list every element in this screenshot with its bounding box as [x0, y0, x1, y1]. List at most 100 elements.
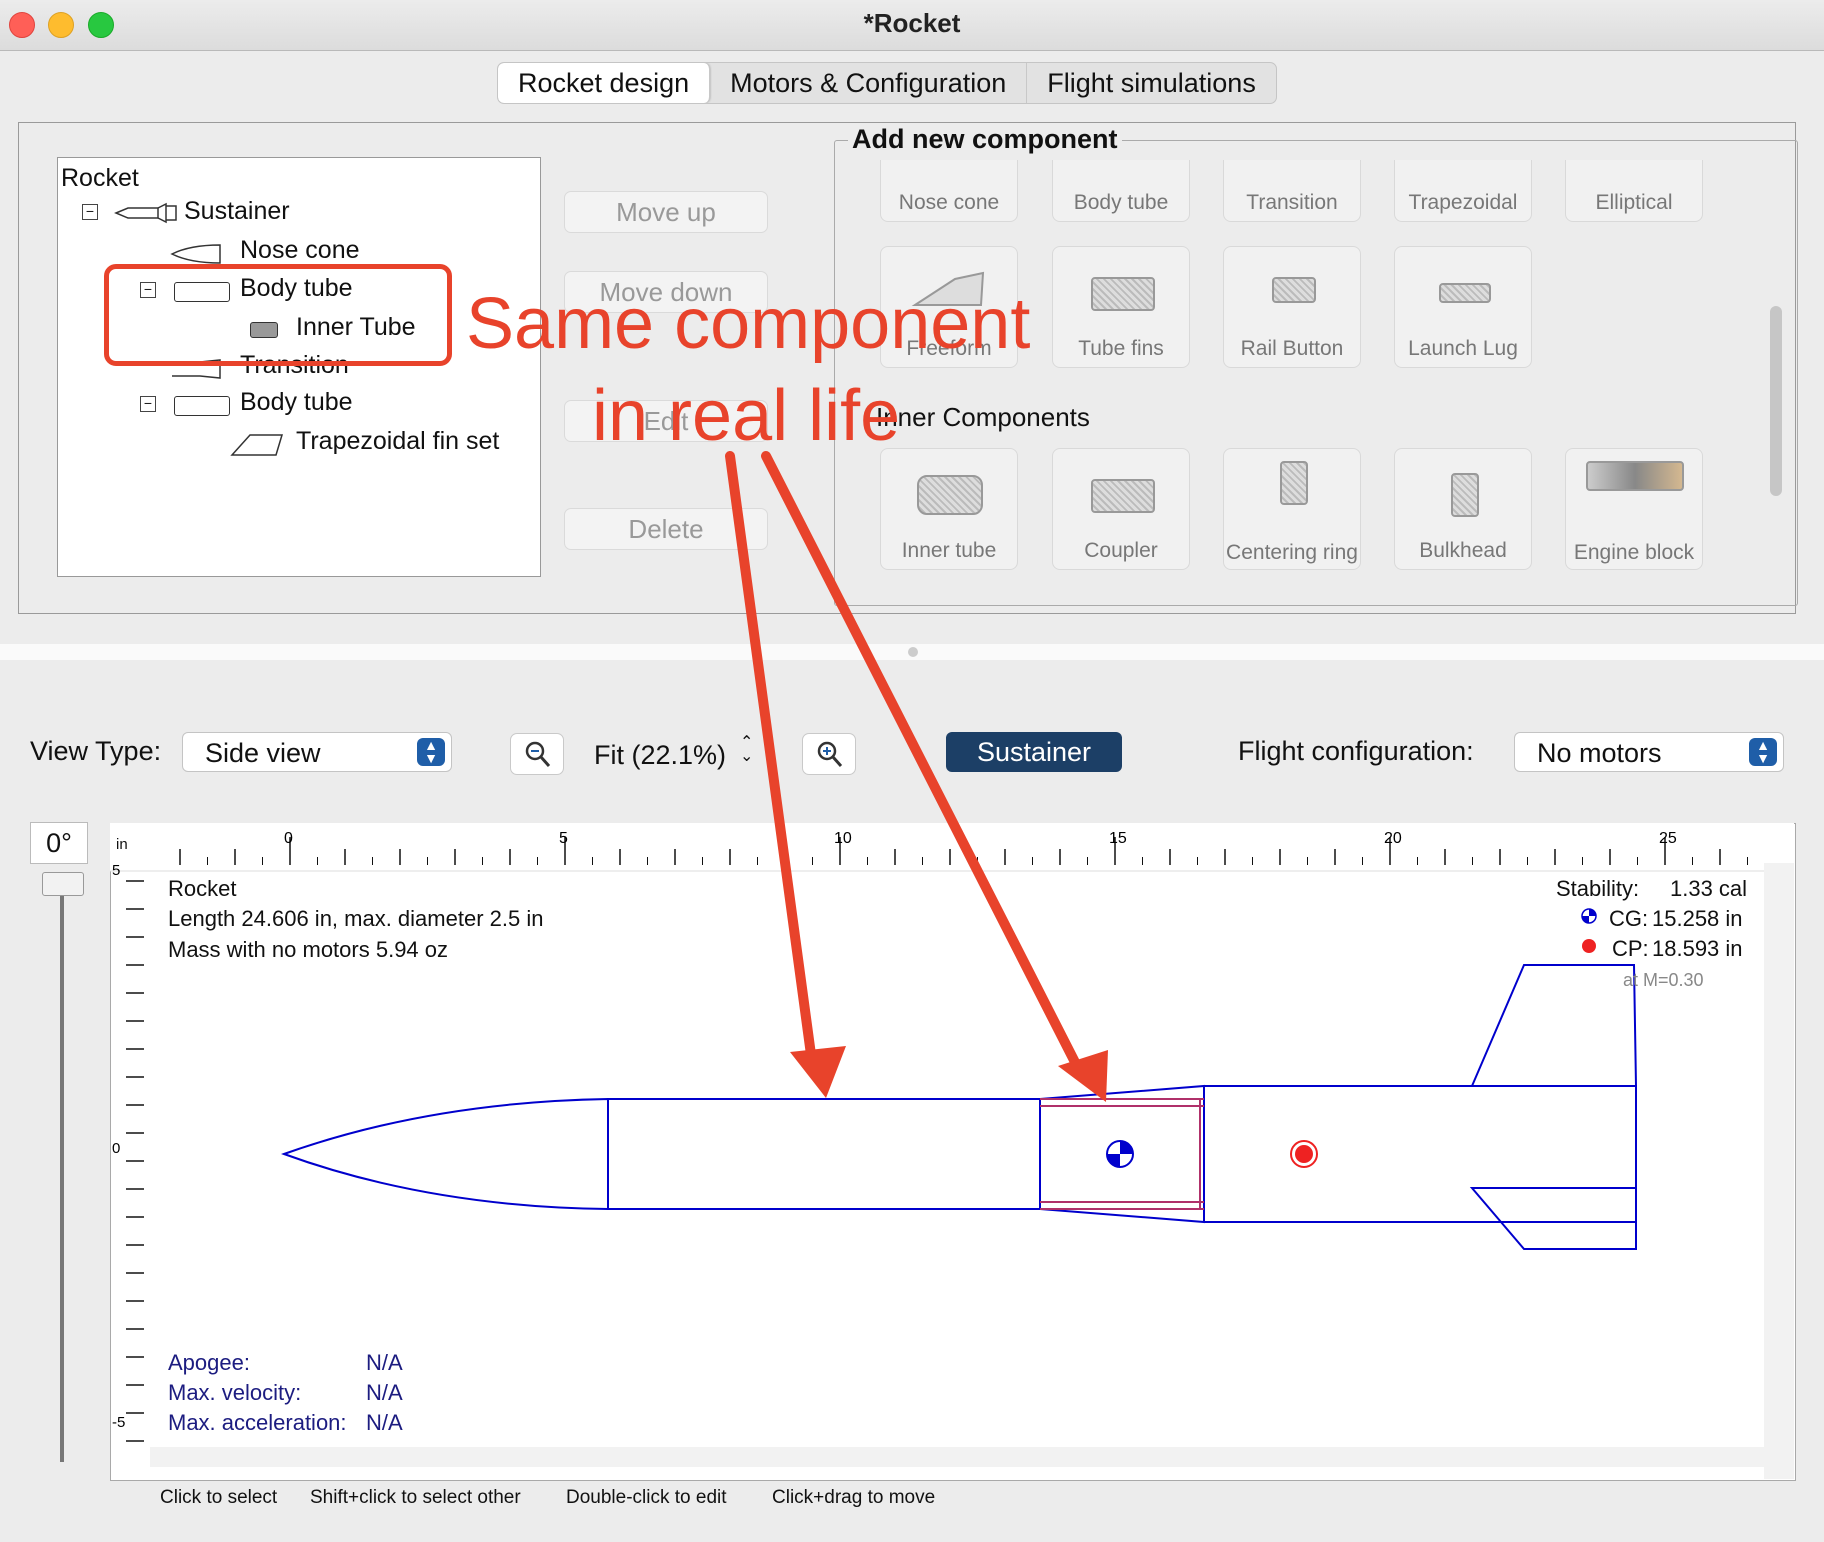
component-scrollbar[interactable] [1770, 306, 1782, 496]
body-tube-icon [174, 396, 230, 416]
tube-fins-icon [1091, 277, 1155, 311]
zoom-out-icon [525, 741, 551, 767]
add-component-title: Add new component [848, 124, 1122, 155]
add-coupler-button[interactable]: Coupler [1052, 448, 1190, 570]
cp-value: 18.593 in [1652, 936, 1743, 961]
annotation-line-1: Same component [466, 284, 1031, 364]
body-tube-shape[interactable] [607, 1098, 1041, 1210]
ruler-label: 0 [112, 1140, 120, 1157]
collapse-icon[interactable]: − [82, 204, 98, 220]
zoom-in-icon [817, 741, 843, 767]
ruler-label: -5 [112, 1414, 125, 1431]
component-label: Bulkhead [1419, 539, 1507, 562]
hint-shift-click: Shift+click to select other [310, 1487, 521, 1508]
flight-config-label: Flight configuration: [1238, 736, 1474, 766]
tree-item-nose-cone[interactable]: Nose cone [240, 236, 360, 265]
add-launch-lug-button[interactable]: Launch Lug [1394, 246, 1532, 368]
inner-tube-icon [917, 475, 983, 515]
split-handle-icon[interactable] [908, 647, 918, 657]
component-label: Trapezoidal [1408, 191, 1518, 214]
rotation-value: 0° [30, 822, 88, 864]
ruler-label: 15 [1109, 830, 1127, 847]
zoom-in-button[interactable] [802, 733, 856, 775]
add-tube-fins-button[interactable]: Tube fins [1052, 246, 1190, 368]
add-bulkhead-button[interactable]: Bulkhead [1394, 448, 1532, 570]
view-type-label: View Type: [30, 736, 162, 766]
coupler-icon [1091, 479, 1155, 513]
ruler-label: 10 [834, 830, 852, 847]
zoom-value[interactable]: Fit (22.1%) [594, 740, 726, 771]
add-nose-cone-button[interactable]: Nose cone [880, 160, 1018, 222]
sustainer-stage-button[interactable]: Sustainer [946, 732, 1122, 772]
fin-top-shape[interactable] [1471, 964, 1637, 1087]
hint-click-select: Click to select [160, 1487, 278, 1508]
cp-label: CP: [1612, 936, 1649, 961]
component-label: Launch Lug [1408, 337, 1518, 360]
rail-button-icon [1272, 277, 1316, 303]
main-tabs: Rocket design Motors & Configuration Fli… [497, 62, 1277, 104]
component-label: Elliptical [1595, 191, 1673, 214]
add-trapezoidal-button[interactable]: Trapezoidal [1394, 160, 1532, 222]
component-label: Body tube [1073, 191, 1169, 214]
flight-config-value: No motors [1537, 738, 1662, 768]
component-label: Inner tube [901, 539, 997, 562]
ruler-label: 5 [559, 830, 568, 847]
vertical-ruler: 5 0 -5 [112, 862, 144, 1442]
rocket-name: Rocket [168, 876, 237, 901]
tab-motors-configuration[interactable]: Motors & Configuration [710, 63, 1028, 103]
body-tube-2-shape[interactable] [1203, 1085, 1637, 1223]
component-label: Nose cone [898, 191, 1000, 214]
rocket-length: Length 24.606 in, max. diameter 2.5 in [168, 906, 544, 931]
hint-double-click: Double-click to edit [566, 1487, 727, 1508]
delete-button[interactable]: Delete [564, 508, 768, 550]
flight-config-select[interactable]: No motors ▲ ▼ [1514, 732, 1784, 772]
select-arrows-icon: ▲ ▼ [1749, 738, 1777, 766]
fin-bottom-shape[interactable] [1469, 1187, 1637, 1250]
component-label: Transition [1246, 191, 1338, 214]
tree-item-rocket[interactable]: Rocket [61, 164, 139, 193]
cg-legend-icon [1581, 908, 1597, 924]
component-label: Engine block [1573, 541, 1695, 564]
component-label: Coupler [1084, 539, 1158, 562]
zoom-spinner-icon[interactable]: ⌃ ⌄ [740, 735, 753, 765]
max-acceleration-label: Max. acceleration: [168, 1410, 347, 1435]
add-engine-block-button[interactable]: Engine block [1565, 448, 1703, 570]
tree-item-trapezoidal-fin-set[interactable]: Trapezoidal fin set [296, 427, 499, 456]
nose-cone-icon [170, 244, 221, 264]
annotation-line-2: in real life [592, 376, 901, 456]
bulkhead-icon [1451, 473, 1479, 517]
add-centering-ring-button[interactable]: Centering ring [1223, 448, 1361, 570]
tab-rocket-design[interactable]: Rocket design [498, 63, 711, 103]
nose-cone-shape[interactable] [281, 1097, 609, 1211]
annotation-highlight-box [104, 264, 452, 366]
zoom-out-button[interactable] [510, 733, 564, 775]
ruler-label: 20 [1384, 830, 1402, 847]
max-acceleration-value: N/A [366, 1410, 403, 1435]
tab-flight-simulations[interactable]: Flight simulations [1027, 63, 1276, 103]
move-up-button[interactable]: Move up [564, 191, 768, 233]
tree-item-body-tube-2[interactable]: Body tube [240, 388, 353, 417]
rotation-slider-thumb[interactable] [42, 872, 84, 896]
add-transition-button[interactable]: Transition [1223, 160, 1361, 222]
ruler-label: 25 [1659, 830, 1677, 847]
stability-value: 1.33 cal [1670, 876, 1748, 901]
engine-block-icon [1586, 461, 1684, 491]
cp-marker-icon [1290, 1140, 1318, 1168]
select-arrows-icon: ▲ ▼ [417, 738, 445, 766]
stability-label: Stability: [1556, 876, 1640, 901]
view-type-select[interactable]: Side view ▲ ▼ [182, 732, 452, 772]
fin-set-icon [230, 434, 284, 456]
add-body-tube-button[interactable]: Body tube [1052, 160, 1190, 222]
add-inner-tube-button[interactable]: Inner tube [880, 448, 1018, 570]
rocket-mass: Mass with no motors 5.94 oz [168, 937, 449, 962]
rotation-slider-track[interactable] [60, 872, 64, 1462]
centering-ring-icon [1280, 461, 1308, 505]
ruler-label: 5 [112, 862, 120, 879]
collapse-icon[interactable]: − [140, 396, 156, 412]
tree-item-sustainer[interactable]: Sustainer [184, 197, 290, 226]
add-rail-button-button[interactable]: Rail Button [1223, 246, 1361, 368]
cp-legend-icon [1582, 939, 1596, 953]
add-elliptical-button[interactable]: Elliptical [1565, 160, 1703, 222]
max-velocity-value: N/A [366, 1380, 403, 1405]
hint-click-drag: Click+drag to move [772, 1487, 936, 1508]
